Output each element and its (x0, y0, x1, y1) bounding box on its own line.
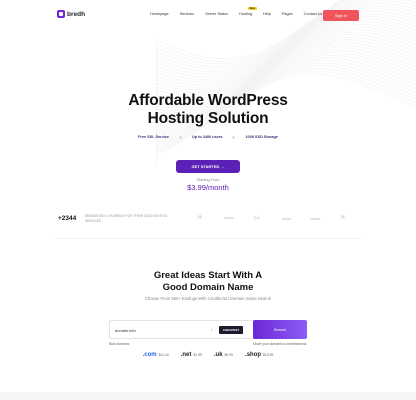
page: bredh Homepage Services Server Status Ho… (0, 0, 416, 400)
domain-title-line1: Great Ideas Start With A (153, 270, 263, 281)
starting-from-label: Starting From (196, 178, 220, 182)
nav-item-contact[interactable]: Contact Us (304, 12, 323, 16)
hero-price: $3.99/month (187, 183, 229, 192)
tld-name: .shop (245, 352, 262, 358)
client-logo: stripe (224, 216, 234, 220)
domain-search-button[interactable]: Search (253, 320, 307, 339)
separator-dot-icon (232, 135, 236, 139)
feature-label: Free SSL Service (138, 135, 170, 139)
nav-item-hosting[interactable]: Hosting New (239, 7, 257, 16)
tld-name: .uk (213, 352, 223, 358)
footer-band (0, 392, 416, 400)
hero-title-line1: Affordable WordPress (128, 92, 288, 109)
tld-item: .uk $6.99 (214, 352, 233, 358)
feature-item: Free SSL Service (138, 135, 169, 139)
nav-item-hosting-label: Hosting (239, 12, 253, 16)
separator-dot-icon (179, 135, 183, 139)
chevron-down-icon[interactable]: ‹ (211, 327, 212, 332)
nav-item-homepage[interactable]: Homepage (150, 12, 169, 16)
nav-item-pages[interactable]: Pages (282, 12, 293, 16)
tld-price: $11.44 (158, 353, 169, 357)
feature-item: Up to 3400 users (179, 135, 222, 139)
nav-item-server-status[interactable]: Server Status (205, 12, 228, 16)
hero-features: Free SSL Service Up to 3400 users 1008 S… (0, 135, 416, 139)
tld-name: .net (180, 352, 192, 358)
hero-title-line2: Hosting Solution (147, 110, 269, 127)
tld-price-list: .com $11.44 .net $1.99 .uk $6.99 .shop $… (0, 352, 416, 358)
client-logo: H (198, 215, 202, 221)
feature-label: 1008 SSD Storage (245, 135, 278, 139)
tld-price: $1.99 (193, 353, 202, 357)
domain-subtitle: Choose From 550+ Endings With Credits.Ne… (144, 296, 272, 301)
main-nav: Homepage Services Server Status Hosting … (150, 7, 333, 16)
feature-item: 1008 SSD Storage (232, 135, 278, 139)
client-description: BRANDS RELY ON BREDH FOR THEIR DATA HOST… (85, 214, 168, 223)
sign-in-button[interactable]: Sign in (323, 10, 359, 21)
clients-strip (0, 207, 416, 239)
hero-title: Affordable WordPress Hosting Solution (0, 92, 416, 128)
domain-title-line2: Good Domain Name (162, 282, 254, 293)
domain-search-input[interactable] (115, 326, 205, 334)
nav-item-services[interactable]: Services (180, 12, 195, 16)
client-logo: DÖ (254, 216, 260, 220)
nav-item-help[interactable]: Help (263, 12, 271, 16)
get-started-button[interactable]: GET STARTED → (176, 160, 240, 173)
logo-text: bredh (67, 10, 86, 18)
cheapest-button[interactable]: CHEAPEST (219, 326, 243, 334)
client-logo: envato (310, 217, 321, 221)
tld-price: $16.99 (263, 353, 274, 357)
tld-item: .com $11.44 (143, 352, 169, 358)
new-badge: New (248, 7, 257, 10)
tld-item: .net $1.99 (181, 352, 202, 358)
tld-price: $6.99 (224, 353, 234, 357)
logo-mark-icon (57, 10, 65, 18)
transfer-domains-link[interactable]: Move your domains to bredhsbrand (253, 342, 306, 346)
logo[interactable]: bredh (57, 10, 85, 18)
divider (55, 238, 361, 239)
bulk-domains-link[interactable]: Bulk domains (109, 342, 129, 346)
site-header: bredh Homepage Services Server Status Ho… (0, 0, 416, 30)
feature-label: Up to 3400 users (192, 135, 223, 139)
domain-section-title: Great Ideas Start With A Good Domain Nam… (0, 270, 416, 294)
tld-item: .shop $16.99 (245, 352, 273, 358)
client-count: +2344 (58, 215, 77, 222)
tld-name: .com (142, 352, 157, 358)
client-logo: H (341, 215, 345, 221)
client-logo: brand (282, 217, 291, 221)
